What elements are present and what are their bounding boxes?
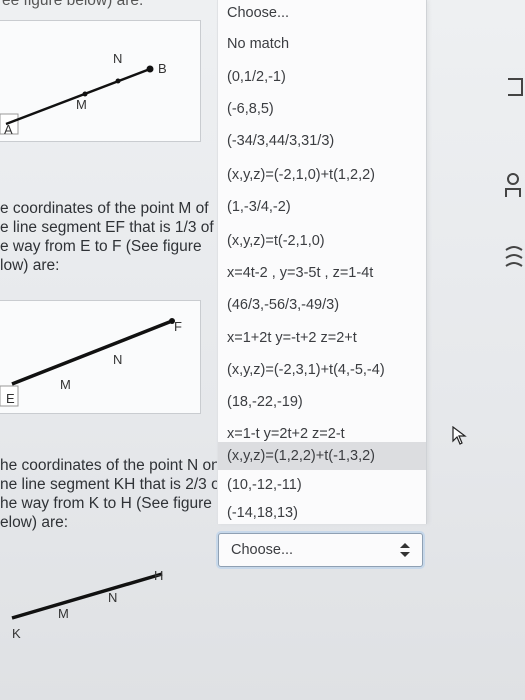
- question3-line: he way from K to H (See figure: [0, 495, 212, 512]
- settings-icon[interactable]: [502, 244, 525, 272]
- segment-line: [11, 572, 163, 620]
- question3-line: he coordinates of the point N on: [0, 457, 220, 474]
- dropdown-option[interactable]: (x,y,z)=(-2,3,1)+t(4,-5,-4): [218, 357, 426, 383]
- flag-icon[interactable]: [506, 76, 524, 98]
- label-e: E: [6, 391, 15, 406]
- label-h: H: [154, 568, 163, 583]
- question3-line: ne line segment KH that is 2/3 of: [0, 476, 225, 493]
- label-k: K: [12, 626, 21, 641]
- question2-line: low) are:: [0, 257, 60, 274]
- mouse-pointer-icon: [452, 426, 467, 445]
- option-no-match[interactable]: No match: [218, 31, 426, 57]
- dropdown-option[interactable]: (-14,18,13): [218, 500, 426, 526]
- figure-segment-ab: A M N B: [0, 20, 201, 142]
- question3-text: he coordinates of the point N on ne line…: [0, 456, 224, 532]
- dropdown-option[interactable]: (x,y,z)=(-2,1,0)+t(1,2,2): [218, 162, 426, 188]
- quiz-page: ee figure below) are: A M N B e coordina…: [0, 0, 525, 700]
- label-n: N: [113, 352, 122, 367]
- dropdown-option[interactable]: x=4t-2 , y=3-5t , z=1-4t: [218, 260, 426, 286]
- dropdown-option[interactable]: (-34/3,44/3,31/3): [218, 128, 426, 154]
- question2-line: e coordinates of the point M of: [0, 200, 209, 217]
- point-m: [82, 91, 88, 97]
- point-b: [146, 65, 154, 73]
- answer-select-value: Choose...: [231, 542, 294, 558]
- option-choose[interactable]: Choose...: [218, 0, 426, 26]
- answer-select[interactable]: Choose...: [218, 533, 423, 567]
- segment-line: [11, 319, 173, 386]
- label-b: B: [158, 61, 167, 76]
- figure-segment-kh: K M N H: [0, 558, 200, 650]
- dropdown-option[interactable]: (0,1/2,-1): [218, 64, 426, 90]
- dropdown-option-highlighted[interactable]: (x,y,z)=(1,2,2)+t(-1,3,2): [218, 442, 426, 470]
- label-f: F: [174, 319, 182, 334]
- label-m: M: [76, 97, 87, 112]
- question2-line: e line segment EF that is 1/3 of: [0, 219, 214, 236]
- dropdown-option[interactable]: (1,-3/4,-2): [218, 194, 426, 220]
- label-n: N: [108, 590, 117, 605]
- user-icon[interactable]: [504, 172, 525, 200]
- label-m: M: [58, 606, 69, 621]
- dropdown-option[interactable]: x=1+2t y=-t+2 z=2+t: [218, 325, 426, 351]
- label-m: M: [60, 377, 71, 392]
- dropdown-option[interactable]: (-6,8,5): [218, 96, 426, 122]
- answer-dropdown-list[interactable]: Choose... No match (0,1/2,-1) (-6,8,5) (…: [217, 0, 427, 524]
- dropdown-option[interactable]: (18,-22,-19): [218, 389, 426, 415]
- question1-text: ee figure below) are:: [2, 0, 143, 10]
- question2-line: e way from E to F (See figure: [0, 238, 202, 255]
- label-n: N: [113, 51, 122, 66]
- figure-segment-ef: E M N F: [0, 300, 201, 414]
- select-arrows-icon: [400, 543, 410, 557]
- point-n: [115, 78, 121, 84]
- question1-text-line: ee figure below) are:: [2, 0, 144, 9]
- label-a: A: [4, 122, 13, 137]
- dropdown-option[interactable]: (10,-12,-11): [218, 472, 426, 498]
- dropdown-option[interactable]: (46/3,-56/3,-49/3): [218, 292, 426, 318]
- dropdown-option[interactable]: (x,y,z)=t(-2,1,0): [218, 228, 426, 254]
- question3-line: elow) are:: [0, 514, 69, 531]
- question2-text: e coordinates of the point M of e line s…: [0, 199, 214, 275]
